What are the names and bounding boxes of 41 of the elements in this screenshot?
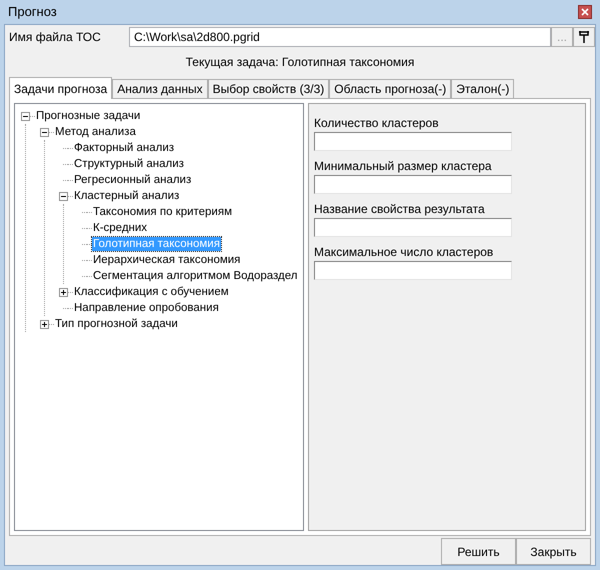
tab[interactable]: Задачи прогноза bbox=[9, 77, 112, 99]
tab[interactable]: Анализ данных bbox=[112, 79, 208, 98]
tree-item[interactable]: Факторный анализ bbox=[73, 141, 176, 155]
collapse-icon[interactable] bbox=[21, 112, 30, 120]
tree-item[interactable]: Сегментация алгоритмом Водораздел bbox=[92, 269, 298, 283]
tab[interactable]: Область прогноза(-) bbox=[329, 79, 452, 98]
current-task-label: Текущая задача: Голотипная таксономия bbox=[186, 54, 414, 71]
tree-item[interactable]: Регресионный анализ bbox=[73, 173, 192, 187]
tree-item[interactable]: К-средних bbox=[92, 221, 148, 235]
dialog-button[interactable]: Решить bbox=[441, 538, 516, 565]
tree-item[interactable]: Таксономия по критериям bbox=[92, 205, 233, 219]
input-field[interactable] bbox=[314, 261, 512, 280]
tree-item[interactable]: Направление опробования bbox=[73, 301, 220, 315]
pin-icon bbox=[578, 30, 590, 44]
window-title: Прогноз bbox=[8, 3, 57, 22]
tree-item[interactable]: Структурный анализ bbox=[73, 157, 185, 171]
close-icon bbox=[581, 8, 589, 16]
input-field[interactable] bbox=[314, 175, 512, 194]
close-button[interactable] bbox=[578, 5, 592, 19]
file-path-field[interactable]: C:\Work\sa\2d800.pgrid bbox=[129, 27, 551, 47]
field-label: Количество кластеров bbox=[314, 115, 440, 132]
tree-item[interactable]: Метод анализа bbox=[54, 125, 137, 139]
tree-item[interactable]: Прогнозные задачи bbox=[35, 109, 142, 123]
tree-item[interactable]: Иерархическая таксономия bbox=[92, 253, 242, 267]
dialog-button[interactable]: Закрыть bbox=[516, 538, 591, 565]
expand-icon[interactable] bbox=[59, 288, 68, 296]
field-label: Максимальное число кластеров bbox=[314, 244, 494, 261]
expand-icon[interactable] bbox=[40, 320, 49, 328]
tree-item[interactable]: Классификация с обучением bbox=[73, 285, 230, 299]
field-label: Минимальный размер кластера bbox=[314, 158, 493, 175]
tab[interactable]: Выбор свойств (3/3) bbox=[208, 79, 330, 98]
tree-item[interactable]: Кластерный анализ bbox=[73, 189, 180, 203]
collapse-icon[interactable] bbox=[40, 128, 49, 136]
tab[interactable]: Эталон(-) bbox=[451, 79, 514, 98]
tree-item[interactable]: Тип прогнозной задачи bbox=[54, 317, 179, 331]
field-label: Название свойства результата bbox=[314, 201, 486, 218]
input-field[interactable] bbox=[314, 132, 512, 151]
file-label: Имя файла ТОС bbox=[8, 29, 102, 46]
collapse-icon[interactable] bbox=[59, 192, 68, 200]
pin-button[interactable] bbox=[573, 27, 595, 47]
input-field[interactable] bbox=[314, 218, 512, 237]
